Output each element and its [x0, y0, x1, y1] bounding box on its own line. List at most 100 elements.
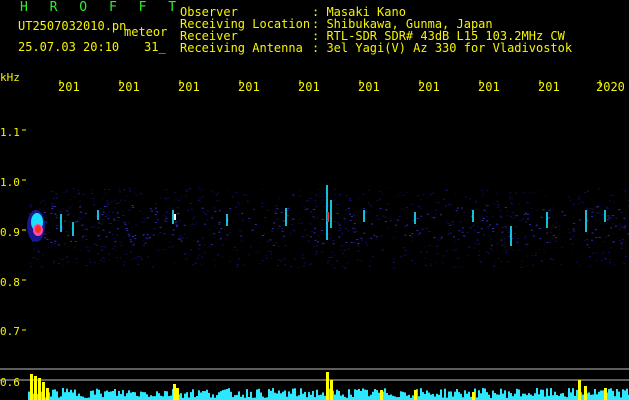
noise-speck	[375, 215, 378, 217]
noise-speck	[45, 215, 48, 217]
count-floor-bar	[492, 390, 494, 400]
noise-speck	[549, 231, 552, 233]
noise-speck	[318, 196, 321, 198]
noise-speck	[477, 232, 480, 233]
noise-speck	[203, 252, 206, 254]
noise-speck	[131, 227, 134, 229]
noise-speck	[90, 189, 93, 191]
noise-speck	[113, 219, 116, 221]
count-floor-bar	[134, 392, 136, 400]
count-floor-bar	[550, 388, 552, 400]
noise-speck	[371, 223, 374, 225]
noise-speck	[338, 230, 341, 231]
noise-speck	[28, 213, 31, 215]
noise-speck	[44, 237, 46, 239]
count-floor-bar	[92, 390, 94, 400]
noise-speck	[581, 202, 584, 204]
noise-speck	[292, 194, 295, 195]
noise-speck	[104, 246, 107, 248]
noise-speck	[341, 232, 344, 234]
noise-speck	[277, 227, 280, 229]
noise-speck	[68, 207, 71, 209]
noise-speck	[591, 211, 594, 213]
echo-streak	[330, 200, 332, 228]
noise-speck	[93, 243, 96, 245]
noise-speck	[413, 196, 416, 198]
noise-speck	[453, 241, 456, 243]
antenna-value: : 3el Yagi(V) Az 330 for Vladivostok	[312, 41, 573, 55]
noise-speck	[398, 215, 401, 217]
echo-streak	[60, 214, 62, 232]
noise-speck	[67, 214, 70, 216]
noise-speck	[424, 246, 427, 248]
count-floor-bar	[302, 393, 304, 400]
noise-speck	[505, 252, 507, 254]
count-floor-bar	[60, 396, 62, 400]
count-floor-bar	[216, 395, 218, 400]
noise-speck	[500, 216, 503, 218]
noise-speck	[507, 198, 510, 200]
noise-speck	[45, 230, 48, 232]
noise-speck	[434, 262, 437, 264]
noise-speck	[317, 188, 320, 190]
count-floor-bar	[64, 392, 66, 400]
noise-speck	[523, 243, 526, 245]
noise-speck	[70, 240, 72, 242]
echo-streak	[97, 210, 99, 220]
app-title: H R O F F T	[20, 0, 184, 15]
noise-speck	[575, 261, 578, 263]
noise-speck	[128, 188, 131, 190]
noise-speck	[621, 226, 624, 228]
noise-speck	[620, 247, 623, 249]
noise-speck	[173, 201, 176, 203]
noise-speck	[38, 193, 41, 195]
count-floor-bar	[556, 395, 558, 400]
noise-speck	[161, 219, 164, 221]
noise-speck	[346, 262, 349, 264]
count-floor-bar	[242, 394, 244, 400]
noise-speck	[87, 250, 90, 252]
echo-streak	[585, 210, 587, 232]
noise-speck	[357, 245, 360, 247]
count-floor-bar	[316, 389, 318, 400]
count-burst-bar	[604, 388, 607, 400]
noise-speck	[142, 213, 144, 215]
noise-speck	[573, 222, 576, 224]
count-floor-bar	[222, 390, 224, 400]
noise-speck	[114, 249, 117, 251]
count-floor-bar	[452, 396, 454, 400]
noise-speck	[102, 229, 105, 231]
noise-speck	[201, 207, 204, 209]
noise-speck	[290, 266, 293, 268]
noise-speck	[45, 222, 48, 224]
noise-speck	[154, 214, 157, 216]
noise-speck	[513, 232, 516, 234]
noise-speck	[171, 234, 174, 236]
count-floor-bar	[298, 395, 300, 400]
noise-speck	[51, 205, 54, 207]
noise-speck	[140, 256, 142, 258]
noise-speck	[586, 239, 589, 240]
noise-speck	[432, 192, 435, 194]
noise-speck	[461, 231, 464, 233]
count-floor-bar	[110, 391, 112, 400]
noise-speck	[264, 217, 267, 219]
noise-speck	[327, 260, 330, 262]
noise-speck	[414, 263, 417, 265]
noise-speck	[349, 199, 352, 201]
count-floor-bar	[364, 389, 366, 400]
noise-speck	[607, 251, 610, 253]
noise-speck	[34, 251, 37, 253]
noise-speck	[304, 257, 307, 259]
noise-speck	[97, 253, 100, 255]
noise-speck	[549, 258, 552, 260]
count-floor-bar	[292, 388, 294, 400]
count-floor-bar	[412, 395, 414, 400]
noise-speck	[448, 232, 451, 234]
noise-speck	[185, 258, 188, 260]
noise-speck	[356, 214, 359, 216]
count-floor-bar	[126, 393, 128, 400]
echo-streak	[546, 212, 548, 228]
noise-speck	[284, 245, 287, 246]
noise-speck	[243, 264, 246, 266]
